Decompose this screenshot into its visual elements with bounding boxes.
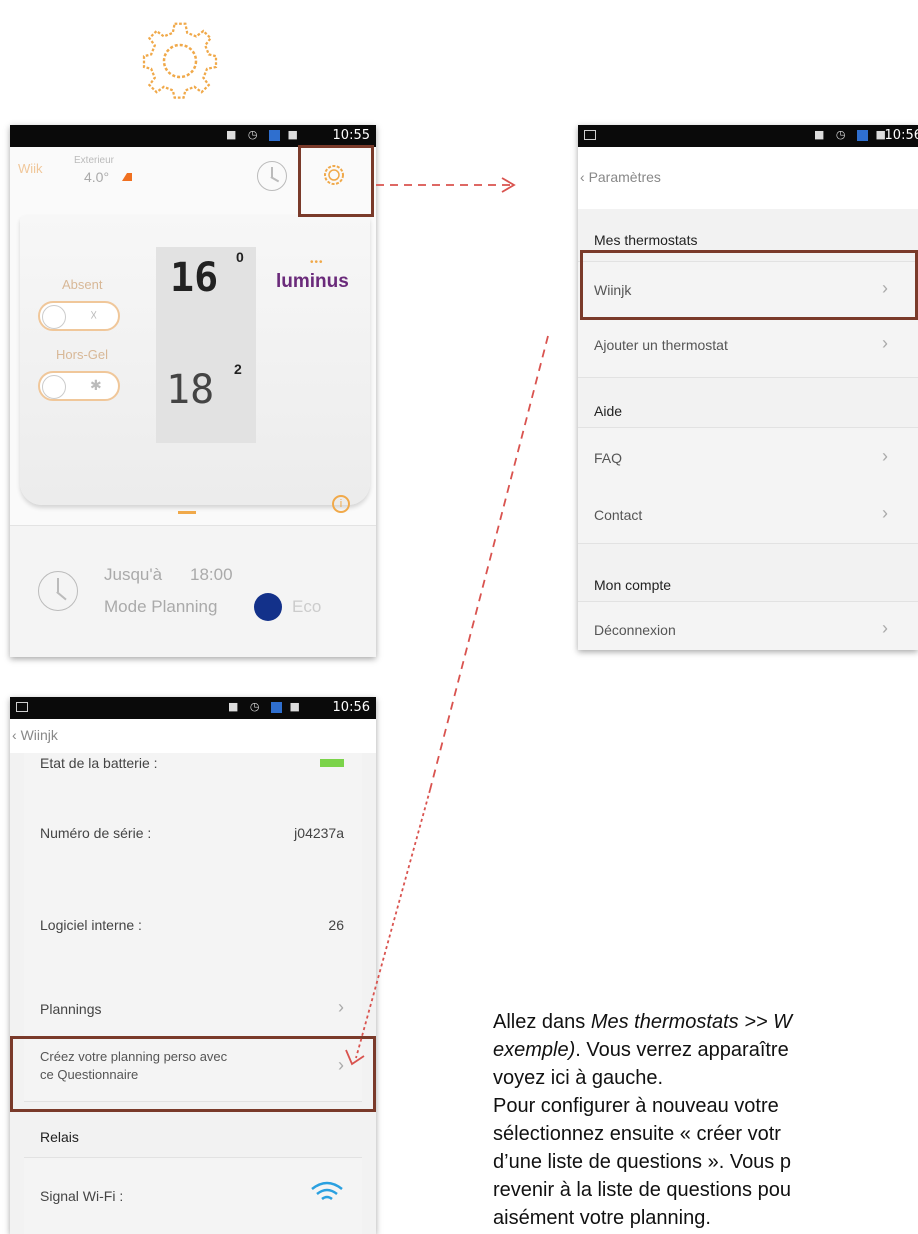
instruction-line-7: revenir à la liste de questions pou: [493, 1179, 791, 1201]
instruction-line-2: exemple). Vous verrez apparaître: [493, 1036, 789, 1064]
instruction-text: . Vous verrez apparaître: [575, 1039, 789, 1061]
instruction-line-1: Allez dans Mes thermostats >> W: [493, 1008, 792, 1036]
instruction-line-8: aisément votre planning.: [493, 1207, 711, 1229]
instruction-line-3: voyez ici à gauche.: [493, 1067, 664, 1089]
instruction-line-6: d’une liste de questions ». Vous p: [493, 1151, 791, 1173]
instruction-italic: exemple): [493, 1039, 576, 1061]
instruction-text: Allez dans: [493, 1011, 591, 1033]
instruction-line-4: Pour configurer à nouveau votre: [493, 1095, 779, 1117]
instruction-italic: Mes thermostats >> W: [590, 1011, 793, 1033]
instruction-line-5: sélectionnez ensuite « créer votr: [493, 1123, 781, 1145]
